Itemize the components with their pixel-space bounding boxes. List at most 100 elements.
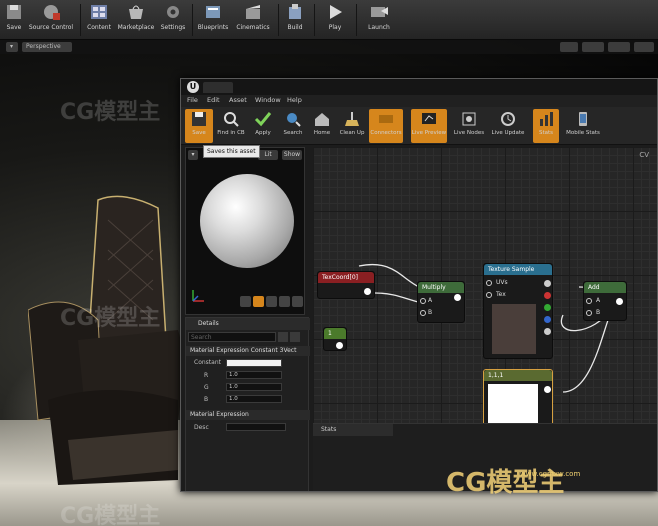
find-in-cb-button[interactable]: Find in CB bbox=[215, 109, 247, 143]
a-output-pin[interactable] bbox=[544, 328, 551, 335]
details-tab[interactable]: Details bbox=[186, 318, 310, 330]
marketplace-icon bbox=[129, 5, 143, 19]
r-label: R bbox=[204, 372, 209, 379]
build-button[interactable]: Build bbox=[282, 3, 308, 38]
rgb-output-pin[interactable] bbox=[544, 280, 551, 287]
connectors-button[interactable]: Connectors bbox=[369, 109, 403, 143]
constant3vector-node[interactable]: 1,1,1 bbox=[483, 369, 553, 423]
live-preview-button[interactable]: Live Preview bbox=[411, 109, 447, 143]
multiply-node[interactable]: Multiply A B bbox=[417, 281, 465, 323]
constant3-output-pin[interactable] bbox=[544, 386, 551, 393]
texcoord-output-pin[interactable] bbox=[364, 288, 371, 295]
stats-tab[interactable]: Stats bbox=[313, 424, 393, 436]
armchair-mesh[interactable] bbox=[28, 190, 188, 490]
g-output-pin[interactable] bbox=[544, 304, 551, 311]
cube-preview-icon[interactable] bbox=[279, 296, 290, 307]
search-icon bbox=[287, 113, 301, 127]
constant-node[interactable]: 1 bbox=[323, 327, 347, 351]
property-matrix-icon[interactable] bbox=[278, 332, 288, 342]
search-button[interactable]: Search bbox=[279, 109, 307, 143]
build-icon bbox=[289, 4, 301, 19]
texcoord-node[interactable]: TexCoord[0] bbox=[317, 271, 375, 299]
live-update-button[interactable]: Live Update bbox=[489, 109, 527, 143]
unreal-logo-icon: U bbox=[187, 81, 199, 93]
perspective-button[interactable]: Perspective bbox=[22, 42, 72, 52]
visibility-icon[interactable] bbox=[290, 332, 300, 342]
toolbar-separator bbox=[356, 4, 357, 36]
cylinder-preview-icon[interactable] bbox=[240, 296, 251, 307]
multiply-a-pin[interactable] bbox=[420, 298, 426, 304]
b-value-field[interactable]: 1.0 bbox=[226, 395, 282, 403]
add-b-pin[interactable] bbox=[586, 310, 592, 316]
r-output-pin[interactable] bbox=[544, 292, 551, 299]
material-toolbar: Save Find in CB Apply Search Home Clean … bbox=[181, 107, 657, 145]
menu-asset[interactable]: Asset bbox=[229, 96, 247, 104]
multiply-output-pin[interactable] bbox=[454, 294, 461, 301]
details-search-input[interactable]: Search bbox=[188, 332, 276, 342]
section-material-expression[interactable]: Material Expression bbox=[186, 410, 310, 420]
find-in-cb-icon bbox=[224, 112, 239, 127]
toolbar-separator bbox=[192, 4, 193, 36]
live-nodes-button[interactable]: Live Nodes bbox=[451, 109, 487, 143]
plane-preview-icon[interactable] bbox=[266, 296, 277, 307]
home-icon bbox=[315, 113, 329, 126]
viewport-options-button[interactable]: ▾ bbox=[6, 42, 18, 52]
live-preview-icon bbox=[422, 113, 436, 124]
mobile-stats-button[interactable]: Mobile Stats bbox=[563, 109, 603, 143]
material-graph[interactable]: CV TexCoord[0] 1 Multiply A B Texture Sa… bbox=[313, 147, 657, 423]
preview-options-button[interactable]: ▾ bbox=[188, 150, 198, 160]
menu-edit[interactable]: Edit bbox=[207, 96, 220, 104]
cinematics-button[interactable]: Cinematics bbox=[234, 3, 272, 38]
rotation-snap-button[interactable] bbox=[582, 42, 604, 52]
uvs-pin[interactable] bbox=[486, 280, 492, 286]
menu-window[interactable]: Window bbox=[255, 96, 281, 104]
toolbar-separator bbox=[80, 4, 81, 36]
site-url-watermark: www.cgmxw.com bbox=[520, 470, 581, 478]
section-material-expression-constant[interactable]: Material Expression Constant 3Vect bbox=[186, 346, 310, 356]
content-button[interactable]: Content bbox=[84, 3, 114, 38]
grid-snap-button[interactable] bbox=[560, 42, 578, 52]
menu-bar: File Edit Asset Window Help bbox=[181, 95, 657, 107]
add-output-pin[interactable] bbox=[616, 298, 623, 305]
launch-button[interactable]: Launch bbox=[362, 3, 396, 38]
save-button[interactable]: Save bbox=[185, 109, 213, 143]
camera-speed-button[interactable] bbox=[634, 42, 654, 52]
g-value-field[interactable]: 1.0 bbox=[226, 383, 282, 391]
r-value-field[interactable]: 1.0 bbox=[226, 371, 282, 379]
b-output-pin[interactable] bbox=[544, 316, 551, 323]
window-titlebar[interactable]: U bbox=[181, 79, 657, 95]
asset-tab[interactable] bbox=[203, 82, 233, 93]
constant-output-pin[interactable] bbox=[336, 342, 343, 349]
graph-corner-label: CV bbox=[639, 151, 649, 159]
menu-file[interactable]: File bbox=[187, 96, 198, 104]
stats-button[interactable]: Stats bbox=[533, 109, 559, 143]
marketplace-button[interactable]: Marketplace bbox=[116, 3, 156, 38]
axis-gizmo-icon bbox=[192, 290, 204, 302]
tex-pin[interactable] bbox=[486, 292, 492, 298]
play-button[interactable]: Play bbox=[320, 3, 350, 38]
details-panel: Details Search Material Expression Const… bbox=[185, 317, 310, 491]
add-a-pin[interactable] bbox=[586, 298, 592, 304]
show-button[interactable]: Show bbox=[282, 150, 302, 160]
source-control-button[interactable]: Source Control bbox=[28, 3, 74, 38]
menu-help[interactable]: Help bbox=[287, 96, 302, 104]
texture-sample-node[interactable]: Texture Sample UVs Tex bbox=[483, 263, 553, 359]
apply-button[interactable]: Apply bbox=[249, 109, 277, 143]
home-button[interactable]: Home bbox=[309, 109, 335, 143]
constant-color-swatch[interactable] bbox=[226, 359, 282, 367]
lit-mode-button[interactable]: Lit bbox=[258, 150, 278, 160]
save-button[interactable]: Save bbox=[2, 3, 26, 38]
brand-watermark-logo: CG模型主 bbox=[446, 468, 565, 498]
apply-icon bbox=[254, 112, 272, 127]
multiply-b-pin[interactable] bbox=[420, 310, 426, 316]
clean-up-button[interactable]: Clean Up bbox=[337, 109, 367, 143]
sphere-preview-icon[interactable] bbox=[253, 296, 264, 307]
viewport-toolbar: ▾ Perspective bbox=[0, 40, 658, 54]
add-node[interactable]: Add A B bbox=[583, 281, 627, 321]
scale-snap-button[interactable] bbox=[608, 42, 630, 52]
desc-field[interactable] bbox=[226, 423, 286, 431]
blueprints-button[interactable]: Blueprints bbox=[196, 3, 230, 38]
custom-mesh-preview-icon[interactable] bbox=[292, 296, 303, 307]
preview-viewport[interactable]: ▾ Lit Show bbox=[185, 147, 305, 315]
settings-button[interactable]: Settings bbox=[158, 3, 188, 38]
